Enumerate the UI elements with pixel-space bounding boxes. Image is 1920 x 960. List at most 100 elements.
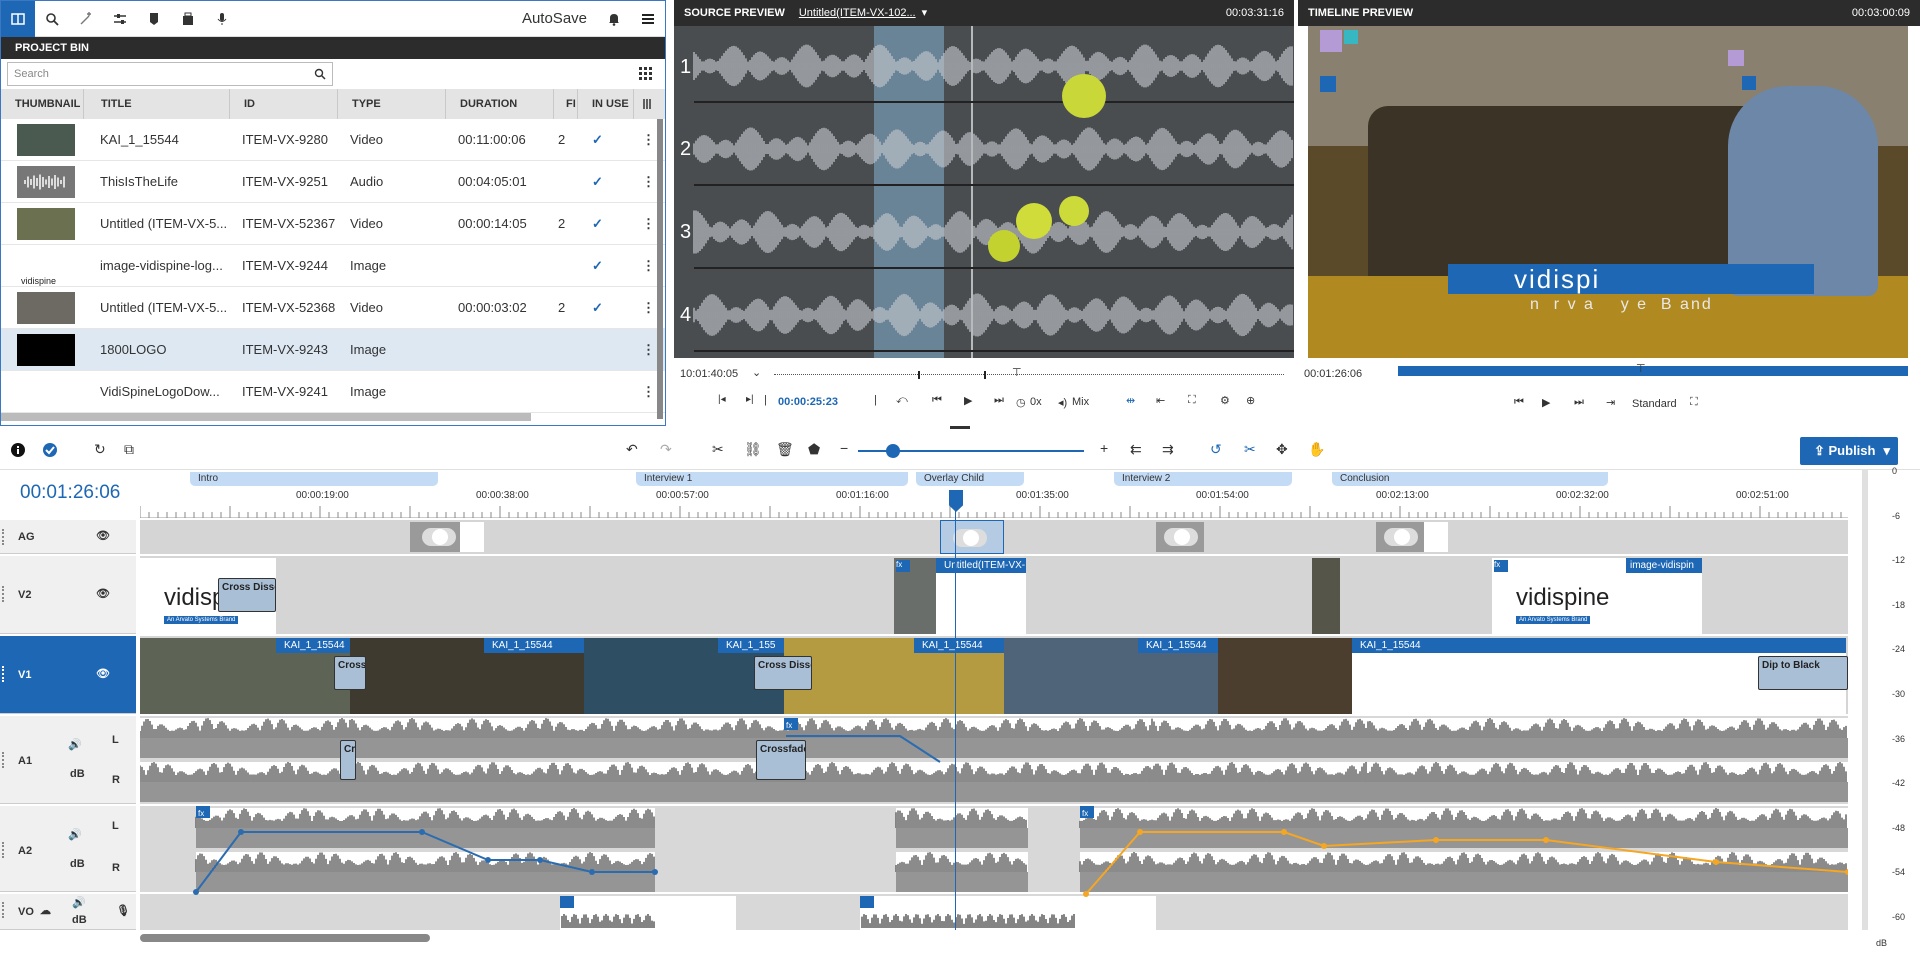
marker-icon[interactable] <box>137 1 171 37</box>
timeline-timecode[interactable]: 00:01:26:06 <box>20 482 120 504</box>
v1-clip[interactable]: KAI_1_15544 <box>784 638 1004 714</box>
skip-back-icon[interactable]: ⏮ <box>932 394 942 407</box>
snap-icon[interactable]: ↺ <box>1210 441 1222 458</box>
track-header-v2[interactable]: V2 👁 <box>0 556 136 634</box>
col-thumbnail[interactable]: THUMBNAIL <box>1 89 84 119</box>
match-frame-icon[interactable]: ⇹ <box>1126 394 1135 407</box>
col-type[interactable]: TYPE <box>338 89 446 119</box>
zoom-in-icon[interactable]: + <box>1100 440 1108 456</box>
library-icon[interactable] <box>171 1 205 37</box>
bin-horizontal-scrollbar[interactable] <box>1 413 531 421</box>
chevron-down-icon[interactable]: ▾ <box>1883 437 1890 465</box>
col-fi[interactable]: FI <box>554 89 578 119</box>
bin-row[interactable]: vidispine image-vidispine-log... ITEM-VX-9… <box>1 245 665 287</box>
transition-cross-dissolve[interactable]: Cross Dissolv <box>218 578 276 612</box>
timeline-preview-progress[interactable] <box>1398 366 1908 376</box>
adjust-icon[interactable] <box>103 1 137 37</box>
source-current-time[interactable]: 00:00:25:23 <box>778 396 838 408</box>
marker-intro[interactable]: Intro <box>190 472 438 486</box>
delete-icon[interactable]: 🗑 <box>776 441 794 458</box>
grid-view-icon[interactable] <box>639 67 653 81</box>
skip-back-icon[interactable]: ⏮ <box>1514 396 1524 409</box>
set-in-icon[interactable]: ⇤ <box>1156 394 1165 407</box>
panel-splitter[interactable] <box>950 426 970 429</box>
transition-crossfade[interactable]: Crossfade <box>756 740 806 780</box>
timeline-video-frame[interactable]: vidispi n r v a y e B and <box>1308 26 1908 360</box>
ripple-right-icon[interactable]: ⇉ <box>1162 441 1174 458</box>
col-id[interactable]: ID <box>230 89 338 119</box>
zoom-slider-handle[interactable] <box>886 444 900 458</box>
autosave-label[interactable]: AutoSave <box>522 10 597 27</box>
speed-value[interactable]: 0x <box>1030 396 1042 408</box>
bin-row[interactable]: ThisIsTheLife ITEM-VX-9251 Audio 00:04:05:0… <box>1 161 665 203</box>
settings-icon[interactable]: ⚙ <box>1220 394 1230 407</box>
ag-clip[interactable] <box>410 522 484 552</box>
menu-icon[interactable] <box>631 1 665 37</box>
speed-icon[interactable]: ◷ <box>1016 396 1026 409</box>
source-video-frame[interactable]: 1 2 3 4 <box>674 26 1294 360</box>
effects-icon[interactable] <box>69 1 103 37</box>
bell-icon[interactable] <box>597 1 631 37</box>
publish-button[interactable]: ⇪ Publish ▾ <box>1800 437 1898 465</box>
source-clip-dropdown[interactable]: Untitled(ITEM-VX-102... <box>799 0 916 26</box>
bin-row[interactable]: 1800LOGO ITEM-VX-9243 Image ⋮ <box>1 329 665 371</box>
ag-clip-selected[interactable] <box>940 520 1004 554</box>
skip-forward-icon[interactable]: ⏭ <box>1574 396 1584 409</box>
info-icon[interactable] <box>10 442 26 458</box>
v1-clip[interactable]: KAI_1_15544 <box>350 638 584 714</box>
bin-row[interactable]: Untitled (ITEM-VX-5... ITEM-VX-52368 Video… <box>1 287 665 329</box>
redo-icon[interactable]: ↷ <box>660 441 672 458</box>
link-icon[interactable]: ⛓ <box>744 441 762 458</box>
volume-icon[interactable]: ◂) <box>1058 396 1067 409</box>
volume-icon[interactable]: 🔊 <box>68 738 82 751</box>
playhead-line[interactable] <box>955 506 956 930</box>
skip-forward-icon[interactable]: ⏭ <box>994 394 1004 407</box>
check-circle-icon[interactable] <box>42 442 58 458</box>
play-icon[interactable]: ▶ <box>1542 396 1550 409</box>
mix-label[interactable]: Mix <box>1072 396 1089 408</box>
v2-video-clip[interactable] <box>1312 558 1340 634</box>
playhead-icon[interactable]: ⊤ <box>1636 362 1646 375</box>
transition-crossfade-short[interactable]: Cr <box>340 740 356 780</box>
col-in-use[interactable]: IN USE <box>578 89 634 119</box>
transition-dip-to-black[interactable]: Dip to Black <box>1758 656 1848 690</box>
chevron-down-icon[interactable]: ⌄ <box>752 366 761 379</box>
undo-icon[interactable]: ↶ <box>626 441 638 458</box>
next-frame-icon[interactable]: ▸| <box>746 394 754 405</box>
out-point-marker[interactable] <box>984 371 986 379</box>
bin-row[interactable]: KAI_1_15544 ITEM-VX-9280 Video 00:11:00:06 2… <box>1 119 665 161</box>
track-header-a2[interactable]: A2 🔊 dB L R <box>0 806 136 892</box>
track-header-v1[interactable]: V1 👁 <box>0 636 136 714</box>
col-title[interactable]: TITLE <box>84 89 230 119</box>
playhead-icon[interactable]: ⊤ <box>1012 366 1022 379</box>
zoom-out-icon[interactable]: − <box>840 440 848 456</box>
zoom-icon[interactable]: ⊕ <box>1246 394 1255 407</box>
go-to-end-icon[interactable]: ⇥ <box>1606 396 1615 409</box>
eye-icon[interactable]: 👁 <box>96 667 110 680</box>
loop-icon[interactable]: ⤺ <box>896 394 908 407</box>
microphone-icon[interactable] <box>205 1 239 37</box>
fullscreen-icon[interactable]: ⛶ <box>1188 394 1196 407</box>
column-chooser-icon[interactable] <box>634 89 665 119</box>
prev-frame-icon[interactable]: |◂ <box>718 394 726 405</box>
microphone-icon[interactable]: 🎙 <box>116 904 130 917</box>
timeline-horizontal-scrollbar[interactable] <box>140 934 430 942</box>
transition-cross-dissolve[interactable]: Cross Disso <box>754 656 812 690</box>
v1-clip[interactable]: KAI_1_15544 <box>140 638 350 714</box>
marker-conclusion[interactable]: Conclusion <box>1332 472 1608 486</box>
search-icon[interactable] <box>35 1 69 37</box>
marker-icon[interactable]: ⬟ <box>808 441 820 458</box>
audio-waveforms[interactable]: fx fx fx <box>140 716 1848 930</box>
track-header-ag[interactable]: AG 👁 <box>0 520 136 554</box>
hand-icon[interactable]: ✋ <box>1308 441 1325 458</box>
volume-icon[interactable]: 🔊 <box>72 896 86 909</box>
quality-select[interactable]: Standard <box>1632 398 1677 410</box>
razor-icon[interactable]: ✂ <box>1244 441 1256 458</box>
track-header-a1[interactable]: A1 🔊 dB L R <box>0 716 136 804</box>
layers-add-icon[interactable]: ⧉ <box>124 441 134 458</box>
v2-image-clip[interactable]: fx image-vidispin vidispine An Arvato Syste… <box>1492 558 1702 634</box>
track-header-vo[interactable]: VO ☁ 🔊 dB 🎙 <box>0 894 136 930</box>
marker-interview-1[interactable]: Interview 1 <box>636 472 908 486</box>
v2-untitled-clip[interactable]: Untitled(ITEM-VX- <box>936 558 1026 634</box>
fullscreen-icon[interactable]: ⛶ <box>1690 396 1698 409</box>
